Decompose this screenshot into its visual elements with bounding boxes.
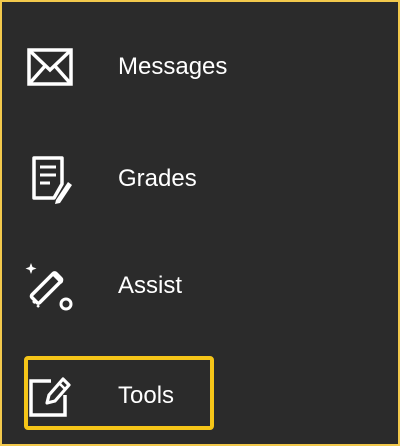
nav-item-label: Tools [118, 382, 175, 409]
nav-item-messages[interactable]: Messages [20, 37, 227, 97]
magic-wand-icon [20, 256, 80, 316]
nav-item-label: Assist [118, 272, 183, 299]
envelope-icon [20, 37, 80, 97]
nav-item-assist[interactable]: Assist [20, 256, 182, 316]
gradebook-icon [20, 149, 80, 209]
nav-item-label: Grades [118, 165, 197, 192]
nav-item-grades[interactable]: Grades [20, 149, 197, 209]
navigation-panel: Messages Grades Assist Tools [0, 0, 400, 446]
nav-item-tools[interactable]: Tools [20, 366, 174, 426]
edit-tool-icon [20, 366, 80, 426]
nav-item-label: Messages [118, 53, 228, 80]
